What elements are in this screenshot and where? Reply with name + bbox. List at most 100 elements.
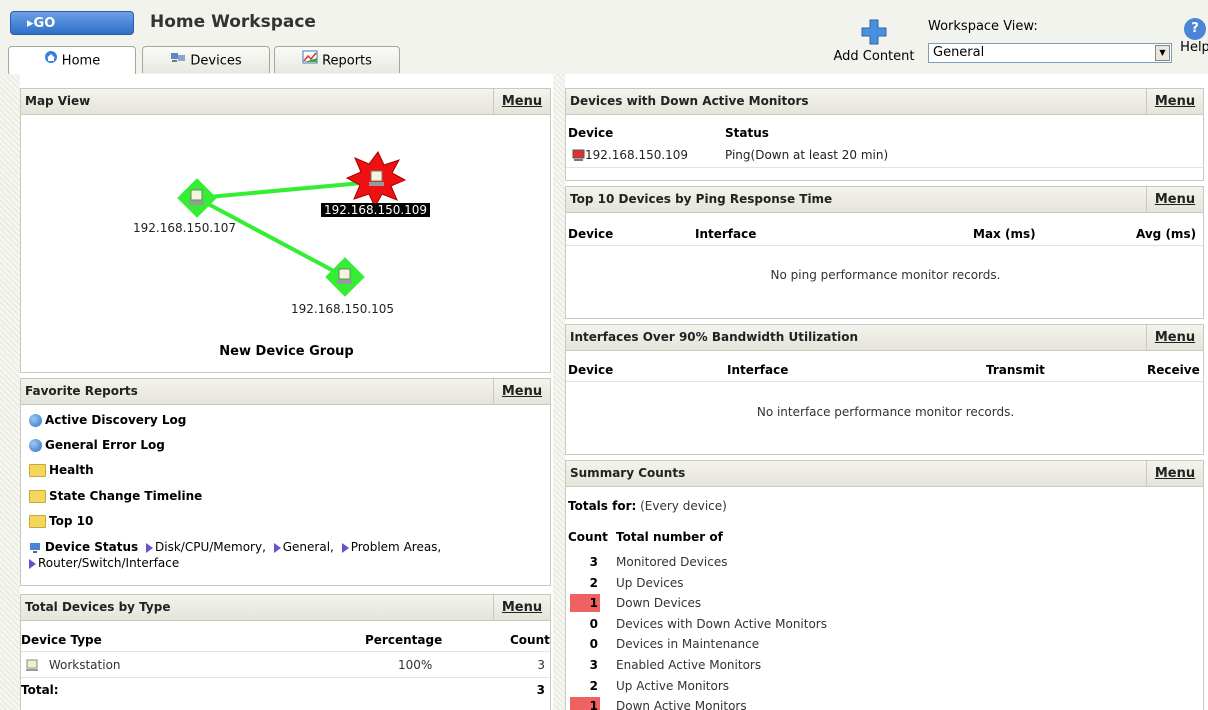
node-107-label[interactable]: 192.168.150.107	[133, 221, 236, 235]
help-button[interactable]: ? Help	[1180, 18, 1208, 55]
count-cell: 3	[537, 658, 545, 672]
top10-ping-menu-button[interactable]: Menu	[1146, 187, 1203, 212]
arrow-icon	[146, 542, 154, 553]
summary-count-cell: 3	[589, 658, 598, 672]
summary-counts-title: Summary Counts	[570, 466, 686, 480]
globe-icon	[29, 439, 42, 452]
report-folder-top-10[interactable]: Top 10	[29, 514, 93, 528]
go-button[interactable]: ▸GO	[10, 11, 134, 35]
device-map	[177, 151, 407, 297]
table-row[interactable]: Workstation	[25, 658, 121, 672]
summary-row-label[interactable]: Devices with Down Active Monitors	[616, 617, 827, 631]
column-device: Device	[568, 126, 614, 140]
node-109-label[interactable]: 192.168.150.109	[321, 203, 431, 217]
tab-home[interactable]: Home	[8, 46, 136, 74]
tab-devices[interactable]: Devices	[142, 46, 270, 73]
monitor-icon	[29, 540, 41, 554]
down-monitors-panel: Devices with Down Active Monitors Menu D…	[565, 88, 1204, 181]
top10-ping-panel: Top 10 Devices by Ping Response Time Men…	[565, 186, 1204, 319]
chevron-down-icon[interactable]: ▼	[1155, 45, 1170, 61]
report-item-general-error-log[interactable]: General Error Log	[29, 438, 165, 452]
node-107-icon[interactable]	[177, 178, 217, 218]
help-label: Help	[1180, 40, 1208, 55]
column-transmit: Transmit	[986, 363, 1045, 377]
summary-count-cell: 3	[589, 555, 598, 569]
down-device-cell: 192.168.150.109	[585, 148, 689, 162]
summary-count-cell: 1	[570, 594, 600, 612]
empty-message: No interface performance monitor records…	[756, 405, 1015, 419]
reports-icon	[302, 47, 318, 75]
report-item-label: Active Discovery Log	[45, 413, 187, 427]
summary-row-label[interactable]: Monitored Devices	[616, 555, 727, 569]
total-devices-panel: Total Devices by Type Menu Device Type P…	[20, 594, 551, 710]
bandwidth-menu-button[interactable]: Menu	[1146, 325, 1203, 350]
summary-count-cell: 0	[589, 617, 598, 631]
report-item-active-discovery-log[interactable]: Active Discovery Log	[29, 413, 186, 427]
summary-row-label[interactable]: Enabled Active Monitors	[616, 658, 761, 672]
top10-ping-title: Top 10 Devices by Ping Response Time	[570, 192, 833, 206]
device-status-label: Device Status	[44, 540, 139, 554]
home-icon	[44, 47, 58, 75]
device-status-link-problem-areas[interactable]: Problem Areas,	[351, 540, 442, 554]
report-folder-health[interactable]: Health	[29, 463, 94, 477]
report-item-label: Health	[49, 463, 94, 477]
favorite-reports-title: Favorite Reports	[25, 384, 138, 398]
column-status: Status	[725, 126, 769, 140]
page-title: Home Workspace	[150, 12, 316, 32]
add-content-button[interactable]: Add Content	[832, 19, 916, 69]
workstation-icon	[25, 658, 39, 672]
summary-row-label[interactable]: Devices in Maintenance	[616, 637, 759, 651]
bandwidth-header: Interfaces Over 90% Bandwidth Utilizatio…	[566, 325, 1203, 351]
summary-count-cell: 0	[589, 637, 598, 651]
hatch-middle	[553, 74, 565, 710]
map-view-menu-button[interactable]: Menu	[493, 89, 550, 114]
report-item-label: Top 10	[49, 514, 94, 528]
map-view-header: Map View Menu	[21, 89, 550, 115]
device-status-row: Device Status Disk/CPU/Memory, General, …	[29, 539, 544, 571]
add-content-label: Add Content	[833, 49, 915, 64]
device-status-link-router[interactable]: Router/Switch/Interface	[38, 556, 179, 570]
column-device-type: Device Type	[21, 633, 102, 647]
summary-row-label[interactable]: Up Devices	[616, 576, 684, 590]
report-folder-state-change-timeline[interactable]: State Change Timeline	[29, 489, 202, 503]
device-status-link-disk[interactable]: Disk/CPU/Memory,	[155, 540, 266, 554]
tab-reports-label: Reports	[322, 53, 372, 69]
workspace-view-label: Workspace View:	[928, 19, 1038, 34]
node-105-label[interactable]: 192.168.150.105	[291, 302, 394, 316]
globe-icon	[29, 414, 42, 427]
total-devices-menu-button[interactable]: Menu	[493, 595, 550, 620]
summary-row-label[interactable]: Up Active Monitors	[616, 679, 729, 693]
device-group-name: New Device Group	[219, 344, 354, 359]
tab-reports[interactable]: Reports	[274, 46, 400, 73]
column-device: Device	[568, 363, 614, 377]
device-status-link-general[interactable]: General,	[283, 540, 334, 554]
workspace-view-select[interactable]: General ▼	[928, 43, 1172, 63]
table-row[interactable]: 192.168.150.109	[572, 148, 688, 162]
favorite-reports-menu-button[interactable]: Menu	[493, 379, 550, 404]
map-view-panel: Map View Menu 192.168.150.107 192.168.15…	[20, 88, 551, 373]
device-down-icon	[572, 148, 585, 162]
divider	[21, 677, 550, 678]
total-devices-header: Total Devices by Type Menu	[21, 595, 550, 621]
column-avg: Avg (ms)	[1136, 227, 1197, 241]
summary-counts-menu-button[interactable]: Menu	[1146, 461, 1203, 486]
report-item-label: General Error Log	[45, 438, 165, 452]
down-status-cell: Ping(Down at least 20 min)	[725, 148, 889, 162]
tab-devices-label: Devices	[190, 53, 242, 69]
arrow-icon	[29, 558, 36, 569]
node-109-icon[interactable]	[345, 151, 407, 209]
favorite-reports-header: Favorite Reports Menu	[21, 379, 550, 405]
divider	[566, 245, 1203, 246]
summary-row-label[interactable]: Down Devices	[616, 596, 701, 610]
down-monitors-menu-button[interactable]: Menu	[1146, 89, 1203, 114]
map-link	[196, 180, 374, 200]
bandwidth-panel: Interfaces Over 90% Bandwidth Utilizatio…	[565, 324, 1204, 455]
arrow-icon	[273, 542, 281, 553]
divider	[566, 381, 1203, 382]
summary-count-cell: 1	[570, 697, 600, 710]
divider	[21, 651, 550, 652]
summary-row-label[interactable]: Down Active Monitors	[616, 699, 747, 710]
devices-icon	[170, 47, 186, 75]
node-105-icon[interactable]	[325, 257, 365, 297]
top10-ping-header: Top 10 Devices by Ping Response Time Men…	[566, 187, 1203, 213]
